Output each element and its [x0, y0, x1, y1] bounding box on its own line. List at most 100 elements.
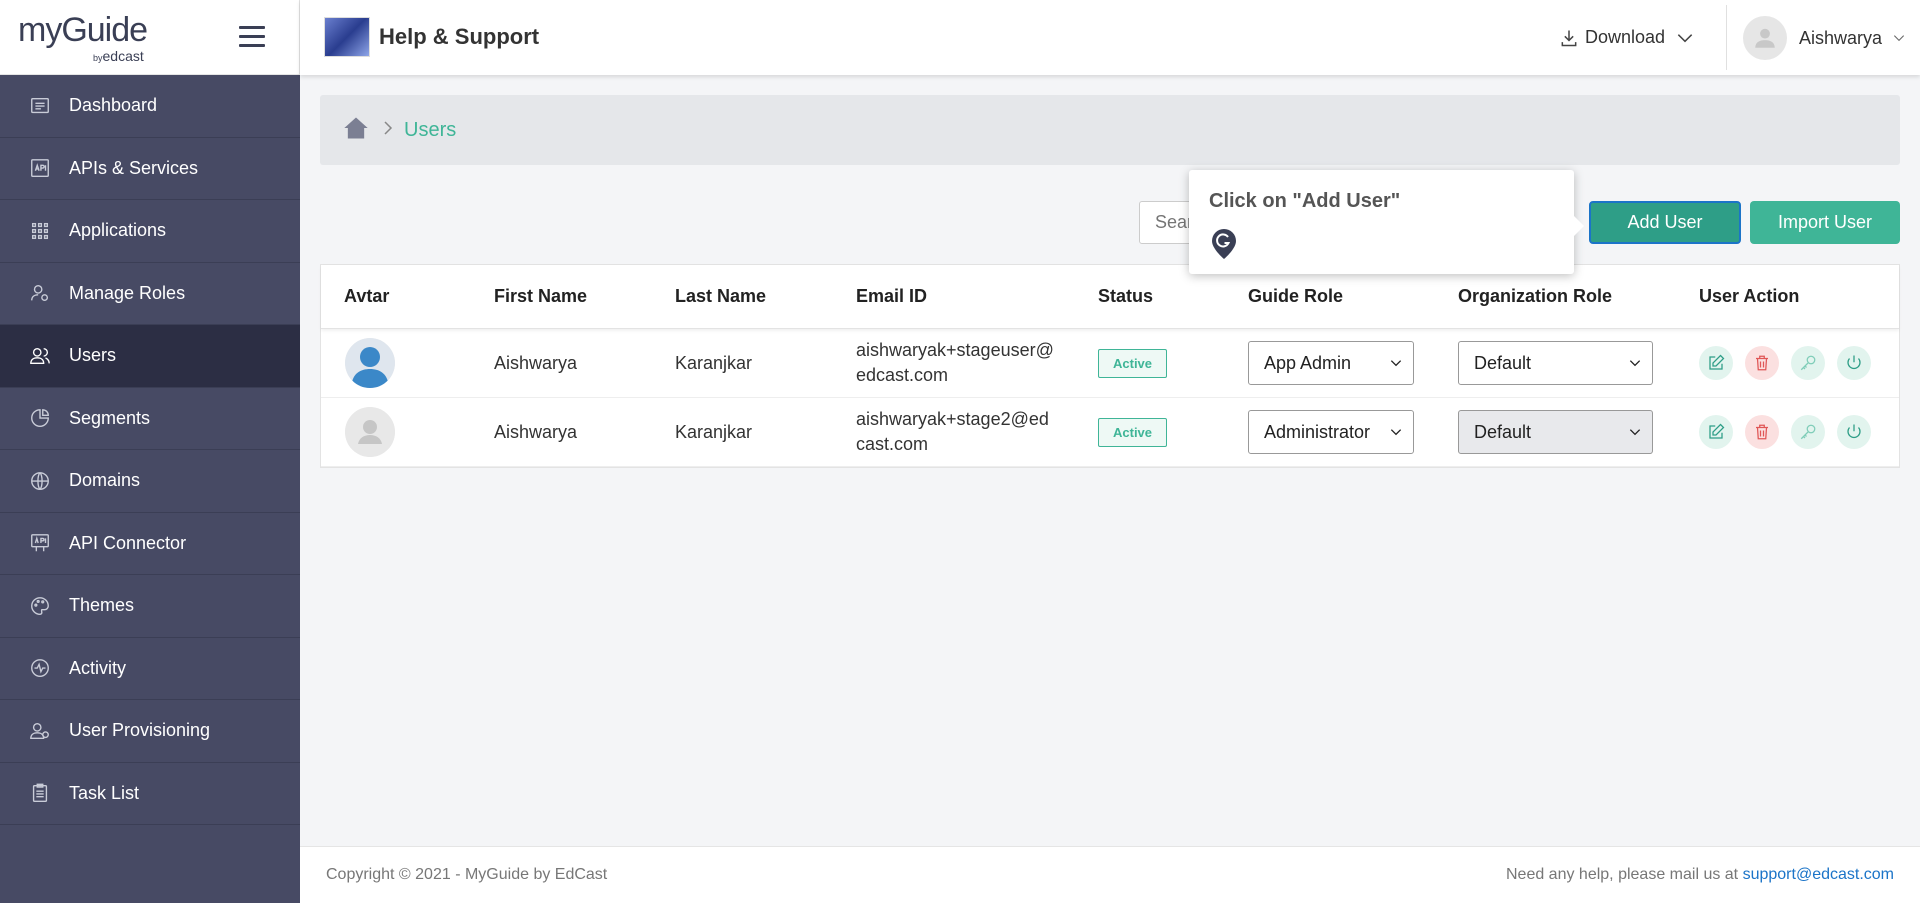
power-icon[interactable]	[1837, 346, 1871, 380]
user-name: Aishwarya	[1799, 27, 1883, 48]
sidebar-item-applications[interactable]: Applications	[0, 200, 300, 263]
first-name-cell: Aishwarya	[494, 352, 578, 373]
sidebar-item-label: Segments	[69, 407, 151, 428]
myguide-logo[interactable]: myGuide byedcast	[18, 12, 168, 64]
add-user-button[interactable]: Add User	[1589, 201, 1741, 244]
sidebar-item-label: Activity	[69, 657, 127, 678]
header-divider	[1726, 5, 1727, 70]
guide-role-select[interactable]: Administrator	[1248, 410, 1414, 454]
power-icon[interactable]	[1837, 415, 1871, 449]
hamburger-menu-icon[interactable]	[239, 26, 265, 48]
first-name-cell: Aishwarya	[494, 421, 578, 442]
sidebar-item-dashboard[interactable]: Dashboard	[0, 75, 300, 138]
sidebar-item-domains[interactable]: Domains	[0, 450, 300, 513]
user-gear-icon	[28, 281, 52, 305]
email-cell: aishwaryak+stage2@ed cast.com	[856, 409, 1049, 454]
user-actions	[1699, 346, 1899, 380]
myguide-pin-icon	[1212, 229, 1236, 259]
sidebar-item-task-list[interactable]: Task List	[0, 763, 300, 825]
sidebar-item-label: Themes	[69, 595, 135, 616]
user-provision-icon	[28, 719, 52, 743]
users-table: Avtar First Name Last Name Email ID Stat…	[320, 264, 1900, 468]
column-header: Organization Role	[1458, 286, 1613, 306]
column-header: First Name	[494, 286, 588, 306]
sidebar-item-apis-services[interactable]: APIs & Services	[0, 138, 300, 200]
user-avatar-icon	[1743, 16, 1787, 60]
download-icon	[1561, 30, 1577, 46]
copyright-text: Copyright © 2021 - MyGuide by EdCast	[326, 866, 608, 883]
sidebar-item-segments[interactable]: Segments	[0, 388, 300, 450]
status-badge: Active	[1098, 417, 1168, 447]
last-name-cell: Karanjkar	[675, 421, 753, 442]
sidebar-item-label: Manage Roles	[69, 282, 186, 303]
app-title: Help & Support	[379, 24, 540, 49]
chevron-down-icon	[1677, 33, 1693, 42]
user-avatar-icon	[345, 338, 395, 388]
chevron-down-icon	[1629, 360, 1641, 367]
column-header: Last Name	[675, 286, 767, 306]
home-icon[interactable]	[342, 114, 370, 147]
email-cell: aishwaryak+stageuser@ edcast.com	[856, 340, 1054, 385]
sidebar-item-label: Task List	[69, 782, 140, 803]
dashboard-icon	[28, 94, 52, 118]
delete-icon[interactable]	[1745, 415, 1779, 449]
key-icon[interactable]	[1791, 346, 1825, 380]
sidebar-item-activity[interactable]: Activity	[0, 638, 300, 700]
sidebar-item-label: Applications	[69, 220, 167, 241]
sidebar-item-themes[interactable]: Themes	[0, 575, 300, 638]
key-icon[interactable]	[1791, 415, 1825, 449]
guide-role-select[interactable]: App Admin	[1248, 341, 1414, 385]
user-menu[interactable]: Aishwarya	[1743, 16, 1906, 60]
logo-byline: byedcast	[93, 48, 144, 64]
clipboard-icon	[28, 781, 52, 805]
palette-icon	[28, 594, 52, 618]
activity-icon	[28, 656, 52, 680]
organization-role-select: Default	[1458, 410, 1653, 454]
status-badge: Active	[1098, 348, 1168, 378]
tooltip-text: Click on "Add User"	[1209, 190, 1401, 212]
download-label: Download	[1585, 27, 1666, 47]
app-thumbnail	[324, 17, 370, 57]
organization-role-select[interactable]: Default	[1458, 341, 1653, 385]
sidebar-item-label: Users	[69, 345, 117, 366]
chevron-down-icon	[1390, 360, 1402, 367]
edit-icon[interactable]	[1699, 415, 1733, 449]
grid-icon	[28, 219, 52, 243]
breadcrumb-current: Users	[404, 118, 457, 141]
api-connector-icon	[28, 531, 52, 555]
table-header: Avtar First Name Last Name Email ID Stat…	[321, 265, 1899, 329]
logo-brand: myGuide	[18, 11, 148, 49]
sidebar-item-api-connector[interactable]: API Connector	[0, 513, 300, 575]
top-header: Help & Support Download Aishwarya	[300, 0, 1920, 75]
sidebar-item-users[interactable]: Users	[0, 325, 300, 388]
table-row: Aishwarya Karanjkar aishwaryak+stageuser…	[321, 329, 1899, 398]
column-header: User Action	[1699, 286, 1800, 306]
guide-tooltip: Click on "Add User"	[1189, 170, 1584, 274]
logo-area: myGuide byedcast	[0, 0, 300, 75]
pie-chart-icon	[28, 406, 52, 430]
globe-icon	[28, 469, 52, 493]
delete-icon[interactable]	[1745, 346, 1779, 380]
column-header: Status	[1098, 286, 1154, 306]
sidebar-item-manage-roles[interactable]: Manage Roles	[0, 263, 300, 325]
sidebar-item-user-provisioning[interactable]: User Provisioning	[0, 700, 300, 763]
api-icon	[28, 156, 52, 180]
chevron-down-icon	[1893, 35, 1905, 42]
edit-icon[interactable]	[1699, 346, 1733, 380]
users-icon	[28, 344, 52, 368]
chevron-right-icon	[382, 120, 394, 140]
table-row: Aishwarya Karanjkar aishwaryak+stage2@ed…	[321, 398, 1899, 467]
column-header: Guide Role	[1248, 286, 1344, 306]
download-button[interactable]: Download	[1559, 27, 1701, 48]
help-text: Need any help, please mail us at support…	[1505, 866, 1894, 883]
last-name-cell: Karanjkar	[675, 352, 753, 373]
import-user-button[interactable]: Import User	[1750, 201, 1900, 244]
sidebar-nav: Dashboard APIs & Services Applications M…	[0, 75, 300, 825]
sidebar-item-label: User Provisioning	[69, 720, 211, 741]
sidebar-item-label: APIs & Services	[69, 157, 199, 178]
sidebar-item-label: API Connector	[69, 532, 187, 553]
support-email-link[interactable]: support@edcast.com	[1743, 866, 1894, 883]
column-header: Email ID	[856, 286, 928, 306]
chevron-down-icon	[1390, 429, 1402, 436]
sidebar-item-label: Domains	[69, 470, 141, 491]
